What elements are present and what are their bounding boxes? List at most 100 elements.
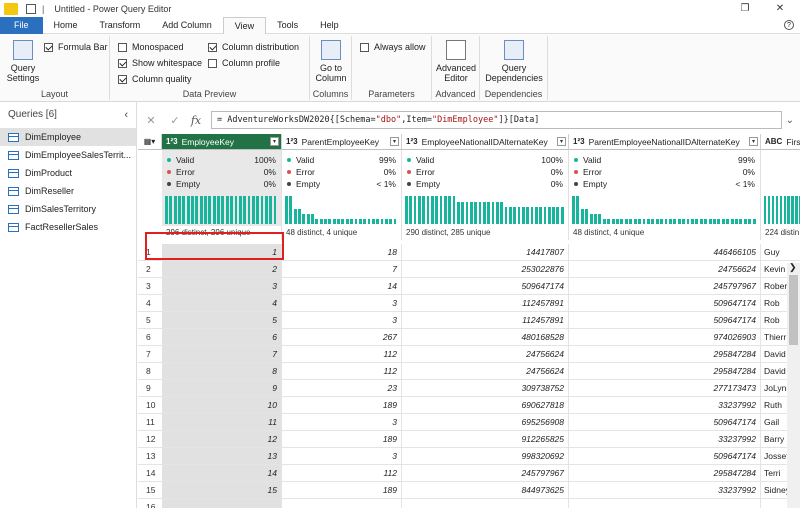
menu-file[interactable]: File [0,17,43,34]
vertical-scrollbar[interactable] [787,263,800,508]
row-number[interactable]: 14 [138,465,162,482]
filter-dropdown-icon[interactable]: ▾ [749,137,758,146]
filter-dropdown-icon[interactable]: ▾ [557,137,566,146]
column-header-employeenationalidalternatekey[interactable]: 1²3 EmployeeNationalIDAlternateKey ▾ [402,134,569,150]
table-cell[interactable]: 509647174 [569,414,761,431]
table-cell[interactable]: 695256908 [402,414,569,431]
query-item-dimsalesterritory[interactable]: DimSalesTerritory [0,200,136,218]
row-number[interactable]: 16 [138,499,162,508]
table-cell[interactable] [282,499,402,508]
monospaced-checkbox[interactable]: Monospaced [118,42,184,52]
table-cell[interactable]: 33237992 [569,482,761,499]
advanced-editor-button[interactable]: Advanced Editor [434,40,478,83]
table-cell[interactable]: 33237992 [569,431,761,448]
table-cell[interactable]: 690627818 [402,397,569,414]
table-cell[interactable]: 253022876 [402,261,569,278]
table-cell[interactable]: 24756624 [402,346,569,363]
table-cell[interactable]: 446466105 [569,244,761,261]
table-cell[interactable]: 14417807 [402,244,569,261]
menu-help[interactable]: Help [309,17,350,34]
table-cell[interactable]: 998320692 [402,448,569,465]
table-cell[interactable]: 3 [282,295,402,312]
column-distribution-checkbox[interactable]: Column distribution [208,42,299,52]
row-number[interactable]: 12 [138,431,162,448]
column-quality-checkbox[interactable]: Column quality [118,74,192,84]
table-cell[interactable]: 295847284 [569,363,761,380]
always-allow-checkbox[interactable]: Always allow [360,42,426,52]
help-icon[interactable]: ? [784,20,794,30]
table-cell[interactable]: 14 [282,278,402,295]
table-cell[interactable] [162,499,282,508]
go-to-column-button[interactable]: Go to Column [312,40,350,83]
table-cell[interactable]: 3 [282,448,402,465]
table-cell[interactable]: 309738752 [402,380,569,397]
row-number[interactable]: 10 [138,397,162,414]
scroll-right-arrow-icon[interactable]: ❯ [789,262,797,273]
menu-transform[interactable]: Transform [89,17,152,34]
table-cell[interactable]: 10 [162,397,282,414]
row-number[interactable]: 5 [138,312,162,329]
scrollbar-thumb[interactable] [789,275,798,345]
table-cell[interactable]: 267 [282,329,402,346]
column-header-employeekey[interactable]: 1²3 EmployeeKey ▾ [162,134,282,150]
table-cell[interactable]: 4 [162,295,282,312]
table-cell[interactable]: 509647174 [402,278,569,295]
table-cell[interactable]: 7 [162,346,282,363]
table-cell[interactable]: 5 [162,312,282,329]
column-header-parentemployeekey[interactable]: 1²3 ParentEmployeeKey ▾ [282,134,402,150]
table-cell[interactable]: 8 [162,363,282,380]
table-cell[interactable]: 277173473 [569,380,761,397]
query-item-dimreseller[interactable]: DimReseller [0,182,136,200]
table-cell[interactable]: 24756624 [402,363,569,380]
table-cell[interactable]: 33237992 [569,397,761,414]
expand-formula-icon[interactable]: ⌄ [786,115,794,126]
query-item-factresellersales[interactable]: FactResellerSales [0,218,136,236]
table-cell[interactable]: 509647174 [569,448,761,465]
filter-dropdown-icon[interactable]: ▾ [390,137,399,146]
row-number[interactable]: 7 [138,346,162,363]
table-cell[interactable]: 245797967 [569,278,761,295]
save-icon[interactable] [26,3,36,14]
row-number[interactable]: 15 [138,482,162,499]
query-item-dimproduct[interactable]: DimProduct [0,164,136,182]
table-cell[interactable]: 974026903 [569,329,761,346]
table-cell[interactable]: 3 [282,312,402,329]
table-cell[interactable]: 9 [162,380,282,397]
row-number[interactable]: 13 [138,448,162,465]
table-cell[interactable] [569,499,761,508]
row-number[interactable]: 9 [138,380,162,397]
table-cell[interactable]: 14 [162,465,282,482]
query-dependencies-button[interactable]: Query Dependencies [482,40,546,83]
table-cell[interactable]: 189 [282,482,402,499]
table-cell[interactable]: 18 [282,244,402,261]
formula-input[interactable]: = AdventureWorksDW2020{[Schema="dbo",Ite… [211,111,782,129]
row-number[interactable]: 8 [138,363,162,380]
cancel-icon[interactable]: ✕ [141,114,161,127]
table-cell[interactable]: 112457891 [402,295,569,312]
table-cell[interactable]: 23 [282,380,402,397]
row-number[interactable]: 11 [138,414,162,431]
table-cell[interactable]: 12 [162,431,282,448]
table-cell[interactable]: 295847284 [569,465,761,482]
column-header-parentemployeenationalidalternatekey[interactable]: 1²3 ParentEmployeeNationalIDAlternateKey ▾ [569,134,761,150]
filter-dropdown-icon[interactable]: ▾ [270,137,279,146]
menu-home[interactable]: Home [43,17,89,34]
maximize-icon[interactable]: ❐ [730,0,760,17]
menu-add-column[interactable]: Add Column [151,17,223,34]
table-cell[interactable]: 189 [282,431,402,448]
table-menu-icon[interactable]: ▦▾ [138,134,162,150]
table-cell[interactable]: 112 [282,346,402,363]
table-cell[interactable]: 245797967 [402,465,569,482]
table-cell[interactable]: 2 [162,261,282,278]
table-cell[interactable]: 13 [162,448,282,465]
table-cell[interactable]: 7 [282,261,402,278]
table-cell[interactable]: 509647174 [569,295,761,312]
menu-view[interactable]: View [222,17,267,34]
query-item-dimemployeesalesterritory[interactable]: DimEmployeeSalesTerrit... [0,146,136,164]
query-item-dimemployee[interactable]: DimEmployee [0,128,136,146]
table-cell[interactable]: 112 [282,363,402,380]
table-cell[interactable]: 6 [162,329,282,346]
column-header-firstn[interactable]: ABCFirstN [761,134,800,150]
row-number[interactable]: 2 [138,261,162,278]
row-number[interactable]: 3 [138,278,162,295]
